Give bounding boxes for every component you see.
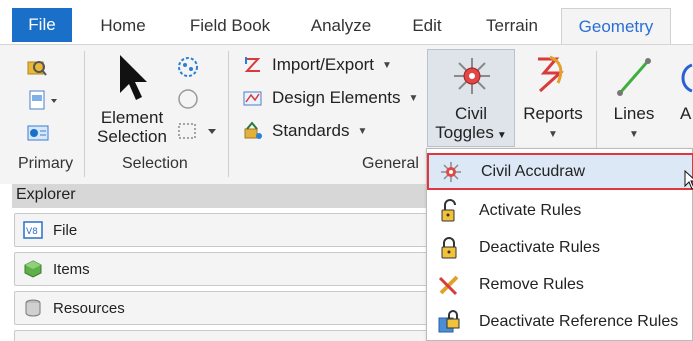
element-selection-button[interactable]: Element Selection [96, 108, 168, 146]
civil-accudraw-icon [439, 160, 463, 184]
tab-edit[interactable]: Edit [404, 8, 450, 44]
reference-rules-icon [437, 309, 461, 334]
tab-geometry[interactable]: Geometry [561, 8, 671, 44]
menu-item-remove-rules[interactable]: Remove Rules [427, 266, 693, 303]
arcs-button-partial[interactable]: A [680, 104, 693, 123]
civil-toggles-label-line2: Toggles [435, 123, 494, 142]
civil-toggles-icon [452, 56, 492, 96]
ribbon-tab-bar: File Home Field Book Analyze Edit Terrai… [0, 0, 693, 44]
element-selection-label-line1: Element [100, 108, 164, 127]
explorer-item-label: File [53, 221, 78, 239]
menu-item-deactivate-reference-rules[interactable]: Deactivate Reference Rules [427, 303, 693, 340]
group-label-selection: Selection [122, 155, 188, 172]
element-selection-label-line2: Selection [97, 127, 167, 146]
design-elements-button[interactable]: Design Elements ▼ [242, 88, 418, 108]
menu-item-label: Deactivate Reference Rules [479, 312, 679, 330]
menu-item-label: Deactivate Rules [479, 238, 600, 256]
lines-button[interactable]: Lines ▼ [608, 104, 660, 144]
reports-icon[interactable] [530, 53, 570, 97]
tab-terrain[interactable]: Terrain [476, 8, 548, 44]
menu-item-label: Remove Rules [479, 275, 584, 293]
circle-select-icon[interactable] [176, 55, 200, 79]
reports-label: Reports [523, 104, 583, 123]
remove-rules-icon [437, 273, 461, 297]
menu-item-label: Activate Rules [479, 201, 582, 219]
chevron-down-icon: ▼ [629, 129, 639, 140]
menu-item-civil-accudraw[interactable]: Civil Accudraw [427, 153, 693, 190]
arc-icon[interactable] [678, 61, 693, 95]
file-v8-icon: V8 [23, 220, 43, 240]
group-separator [228, 51, 229, 177]
tab-analyze[interactable]: Analyze [304, 8, 378, 44]
group-label-general: General [362, 155, 419, 172]
civil-toggles-label: Civil Toggles ▼ [428, 104, 514, 145]
lines-icon[interactable] [614, 55, 654, 99]
civil-toggles-button[interactable]: Civil Toggles ▼ [427, 49, 515, 147]
chevron-down-icon: ▼ [408, 92, 419, 104]
civil-toggles-label-line1: Civil [454, 104, 488, 123]
element-selection-arrow-icon[interactable] [116, 53, 150, 103]
civil-toggles-menu: Civil Accudraw Activate Rules Deactivate… [426, 148, 693, 341]
explorer-item-label: Items [53, 260, 90, 278]
design-elements-label: Design Elements [272, 88, 401, 107]
properties-icon[interactable] [26, 123, 50, 143]
import-export-label: Import/Export [272, 55, 375, 74]
import-export-button[interactable]: Import/Export ▼ [242, 55, 392, 75]
group-label-primary: Primary [18, 155, 74, 172]
items-cube-icon [23, 259, 43, 279]
circle-outline-icon[interactable] [176, 87, 200, 111]
design-elements-icon [242, 88, 264, 108]
svg-text:V8: V8 [26, 227, 38, 237]
standards-button[interactable]: Standards ▼ [242, 121, 367, 141]
chevron-down-icon: ▼ [496, 130, 507, 141]
menu-item-deactivate-rules[interactable]: Deactivate Rules [427, 229, 693, 266]
tab-field-book[interactable]: Field Book [180, 8, 280, 44]
tab-file[interactable]: File [12, 8, 72, 42]
reports-button[interactable]: Reports ▼ [520, 104, 586, 144]
padlock-open-icon [437, 198, 461, 223]
lines-label: Lines [613, 104, 655, 123]
menu-item-label: Civil Accudraw [481, 162, 586, 180]
explorer-item-label: Resources [53, 299, 125, 317]
menu-item-activate-rules[interactable]: Activate Rules [427, 192, 693, 229]
chevron-down-icon: ▼ [382, 59, 392, 71]
group-separator [84, 51, 85, 177]
chevron-down-icon: ▼ [548, 129, 558, 140]
document-icon[interactable] [28, 89, 58, 111]
tab-home[interactable]: Home [92, 8, 154, 44]
standards-icon [242, 121, 264, 141]
padlock-closed-icon [437, 236, 461, 260]
standards-label: Standards [272, 121, 350, 140]
mouse-cursor-icon [684, 170, 693, 190]
search-folder-icon[interactable] [26, 57, 48, 79]
resources-database-icon [23, 298, 43, 318]
import-export-icon [242, 55, 264, 75]
chevron-down-icon: ▼ [357, 125, 368, 137]
civil-toggles-label-row: Toggles ▼ [428, 123, 514, 145]
rectangle-select-icon[interactable] [176, 121, 220, 141]
